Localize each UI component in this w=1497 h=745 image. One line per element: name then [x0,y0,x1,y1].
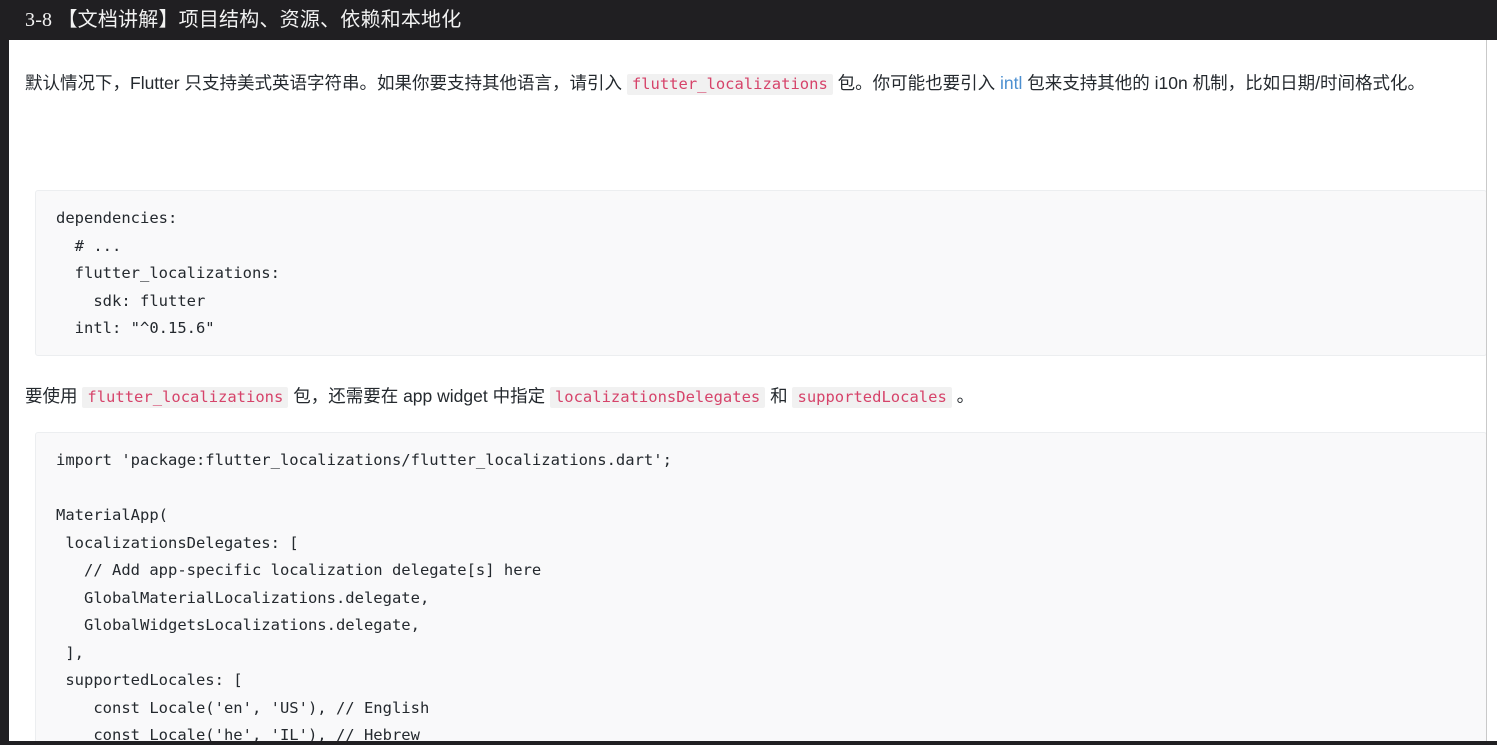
left-rail [0,40,9,745]
code-block-materialapp-localization[interactable]: import 'package:flutter_localizations/fl… [35,432,1486,741]
header-bar: 3-8 【文档讲解】项目结构、资源、依赖和本地化 [0,0,1497,40]
document-page: 默认情况下，Flutter 只支持美式英语字符串。如果你要支持其他语言，请引入 … [9,40,1487,741]
document-viewport: 3-8 【文档讲解】项目结构、资源、依赖和本地化 默认情况下，Flutter 只… [0,0,1497,745]
paragraph-delegates-intro: 要使用 flutter_localizations 包，还需要在 app wid… [25,381,974,413]
paragraph1-segment-2: 包。你可能也要引入 [832,73,1001,93]
bottom-strip [0,741,1497,745]
paragraph1-segment-3: 包来支持其他的 i10n 机制，比如日期/时间格式化。 [1022,73,1425,93]
inline-code-flutter-localizations-2: flutter_localizations [82,387,289,408]
paragraph2-segment-1: 要使用 [25,386,83,406]
inline-code-flutter-localizations: flutter_localizations [626,74,833,95]
paragraph1-segment-1: 默认情况下，Flutter 只支持美式英语字符串。如果你要支持其他语言，请引入 [25,73,627,93]
paragraph2-segment-3: 和 [765,386,793,406]
paragraph-localization-intro: 默认情况下，Flutter 只支持美式英语字符串。如果你要支持其他语言，请引入 … [25,68,1486,100]
inline-code-localizations-delegates: localizationsDelegates [549,387,766,408]
paragraph2-segment-2: 包，还需要在 app widget 中指定 [288,386,550,406]
paragraph2-segment-4: 。 [951,386,975,406]
intl-package-link[interactable]: intl [1000,73,1022,93]
inline-code-supported-locales: supportedLocales [792,387,952,408]
page-title: 3-8 【文档讲解】项目结构、资源、依赖和本地化 [25,9,462,31]
code-block-pubspec-dependencies[interactable]: dependencies: # ... flutter_localization… [35,190,1486,356]
